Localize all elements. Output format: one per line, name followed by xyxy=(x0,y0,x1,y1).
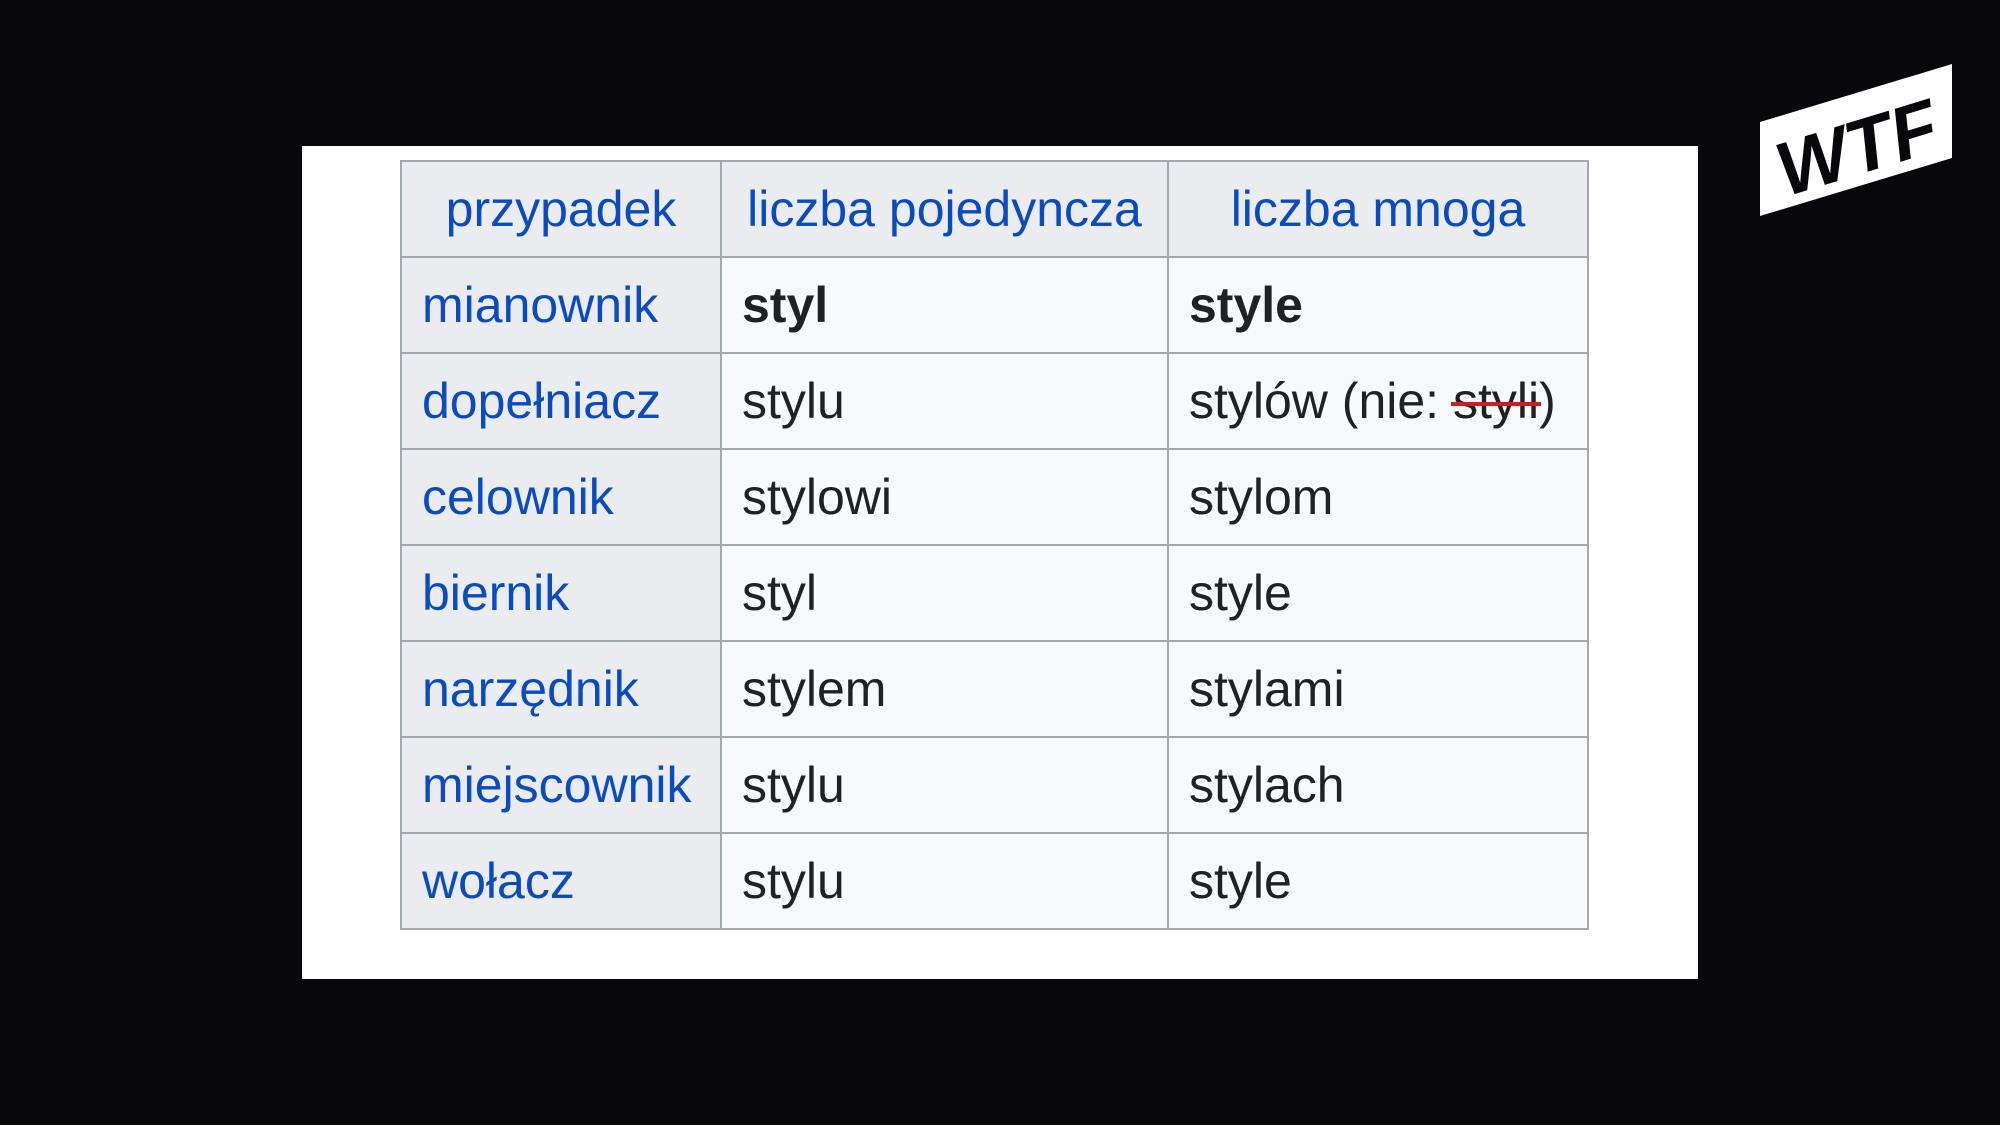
case-name[interactable]: dopełniacz xyxy=(400,352,722,450)
struck-form: styli xyxy=(1450,373,1542,429)
table-row: miejscownik stylu stylach xyxy=(400,736,1589,834)
table-row: narzędnik stylem stylami xyxy=(400,640,1589,738)
header-singular[interactable]: liczba pojedyncza xyxy=(720,160,1169,258)
singular-form: stylem xyxy=(720,640,1169,738)
singular-form: styl xyxy=(720,256,1169,354)
header-plural[interactable]: liczba mnoga xyxy=(1167,160,1589,258)
declension-card: przypadek liczba pojedyncza liczba mnoga… xyxy=(302,146,1698,979)
case-name[interactable]: miejscownik xyxy=(400,736,722,834)
plural-form: stylami xyxy=(1167,640,1589,738)
table-header-row: przypadek liczba pojedyncza liczba mnoga xyxy=(400,160,1589,258)
singular-form: stylowi xyxy=(720,448,1169,546)
table-row: biernik styl style xyxy=(400,544,1589,642)
case-name[interactable]: biernik xyxy=(400,544,722,642)
plural-form: style xyxy=(1167,832,1589,930)
singular-form: stylu xyxy=(720,352,1169,450)
plural-form: style xyxy=(1167,544,1589,642)
plural-form: stylach xyxy=(1167,736,1589,834)
singular-form: styl xyxy=(720,544,1169,642)
case-name[interactable]: celownik xyxy=(400,448,722,546)
case-name[interactable]: mianownik xyxy=(400,256,722,354)
plural-prefix: stylów (nie: xyxy=(1189,373,1453,429)
plural-form: stylom xyxy=(1167,448,1589,546)
case-name[interactable]: wołacz xyxy=(400,832,722,930)
table-row: mianownik styl style xyxy=(400,256,1589,354)
plural-form: style xyxy=(1167,256,1589,354)
plural-form: stylów (nie: styli) xyxy=(1167,352,1589,450)
case-name[interactable]: narzędnik xyxy=(400,640,722,738)
singular-form: stylu xyxy=(720,736,1169,834)
plural-suffix: ) xyxy=(1539,373,1556,429)
table-row: wołacz stylu style xyxy=(400,832,1589,930)
wtf-logo: WTF xyxy=(1760,64,1952,216)
declension-table: przypadek liczba pojedyncza liczba mnoga… xyxy=(400,160,1589,930)
table-row: dopełniacz stylu stylów (nie: styli) xyxy=(400,352,1589,450)
table-row: celownik stylowi stylom xyxy=(400,448,1589,546)
header-case[interactable]: przypadek xyxy=(400,160,722,258)
singular-form: stylu xyxy=(720,832,1169,930)
